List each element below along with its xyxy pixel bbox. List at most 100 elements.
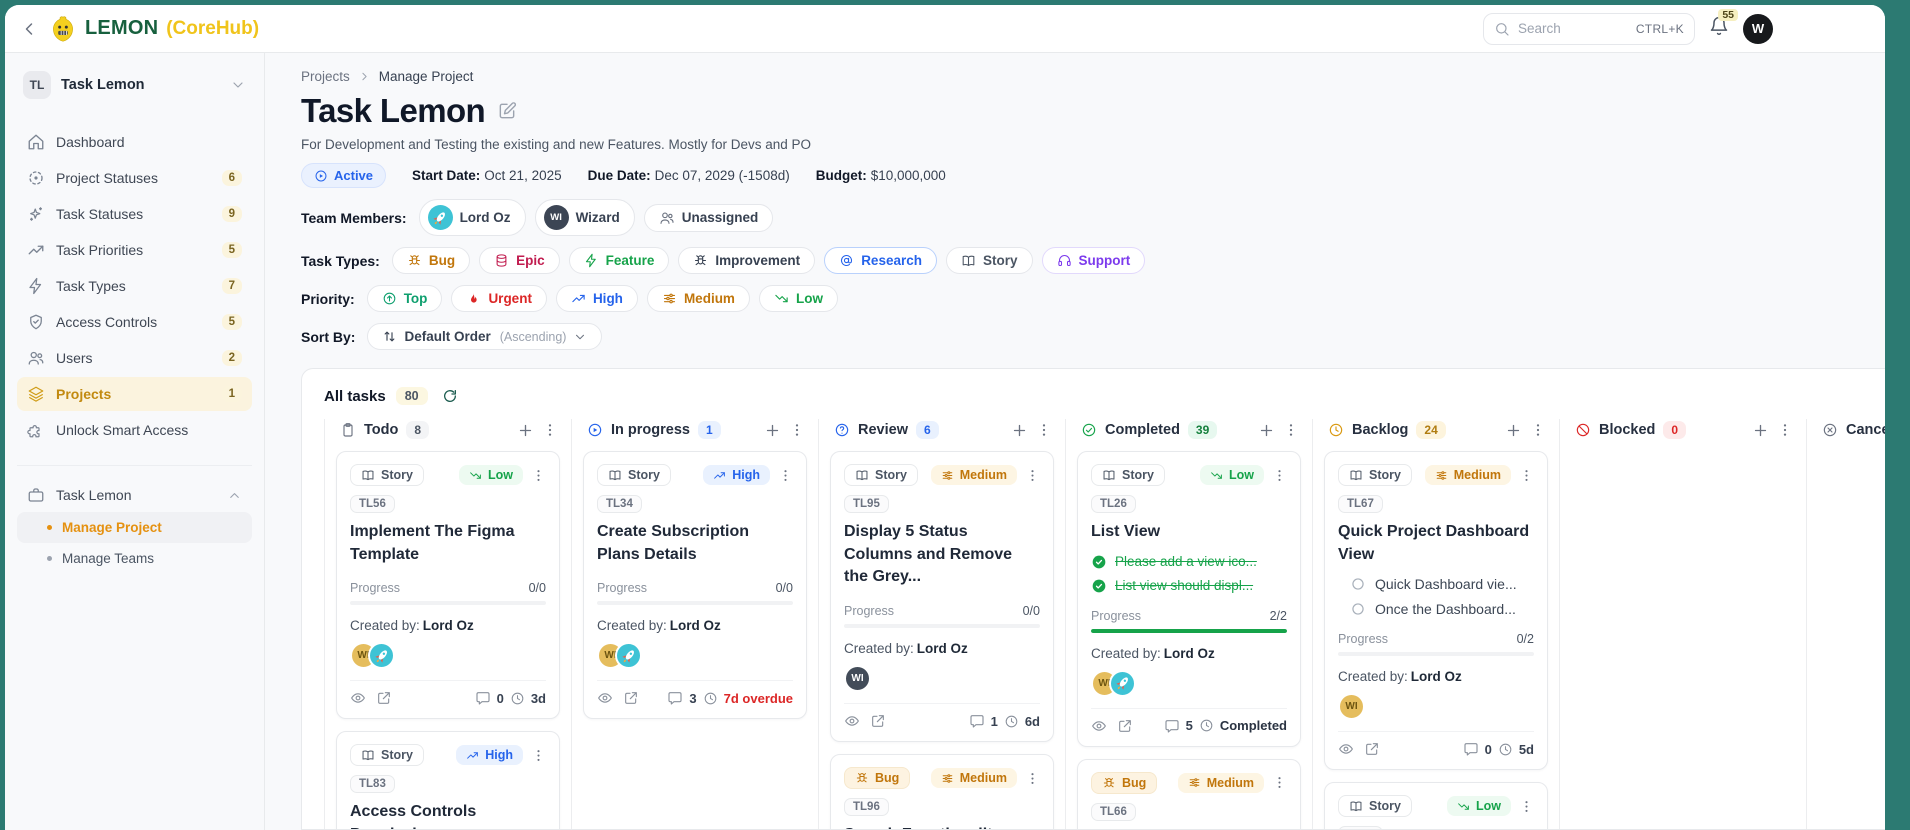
task-card[interactable]: Story Medium TL95 Display 5 Status Colum… [830,451,1054,743]
subtask-open[interactable]: Once the Dashboard... [1338,601,1534,617]
task-card[interactable]: Story Medium TL67 Quick Project Dashboar… [1324,451,1548,771]
search-input[interactable] [1518,21,1628,36]
card-menu-button[interactable] [1025,468,1040,483]
filter-research[interactable]: Research [824,247,937,274]
search-box[interactable]: CTRL+K [1483,12,1695,45]
team-member-wizard[interactable]: WI Wizard [534,199,635,236]
sidebar-item-users[interactable]: Users 2 [17,341,252,375]
task-code: TL67 [1338,495,1383,513]
task-title[interactable]: Create Subscription Plans Details [597,521,793,566]
sidebar-item-task-statuses[interactable]: Task Statuses 9 [17,197,252,231]
add-task-button[interactable] [1505,422,1522,439]
database-icon [494,253,509,268]
trend-up-icon [466,749,479,762]
filter-top[interactable]: Top [366,285,443,312]
edit-title-button[interactable] [497,101,517,121]
task-card[interactable]: Story Low TL87 [1324,782,1548,829]
open-task-icon[interactable] [1117,718,1133,734]
trend-down-icon [1457,800,1470,813]
eye-icon[interactable] [1091,718,1107,734]
column-menu-button[interactable] [1530,422,1546,438]
card-menu-button[interactable] [531,468,546,483]
sidebar-item-task-types[interactable]: Task Types 7 [17,269,252,303]
open-task-icon[interactable] [376,690,392,706]
refresh-icon[interactable] [442,388,458,404]
card-menu-button[interactable] [1025,771,1040,786]
column-menu-button[interactable] [1036,422,1052,438]
filter-improvement[interactable]: Improvement [678,247,816,274]
card-menu-button[interactable] [778,468,793,483]
team-member-unassigned[interactable]: Unassigned [643,203,774,232]
user-avatar[interactable]: W [1743,13,1773,44]
open-task-icon[interactable] [623,690,639,706]
filter-epic[interactable]: Epic [479,247,560,274]
eye-icon[interactable] [350,690,366,706]
eye-icon[interactable] [844,713,860,729]
filter-high[interactable]: High [555,285,638,312]
column-menu-button[interactable] [1777,422,1793,438]
breadcrumb-projects[interactable]: Projects [301,69,350,84]
filter-medium[interactable]: Medium [646,285,750,312]
task-card[interactable]: Bug Medium TL96 Search Functionality Err… [830,754,1054,829]
column-menu-button[interactable] [542,422,558,438]
open-task-icon[interactable] [1364,741,1380,757]
add-task-button[interactable] [1258,422,1275,439]
task-title[interactable]: Quick Project Dashboard View [1338,521,1534,566]
task-title[interactable]: Access Controls Permission [350,801,546,829]
subtask-done[interactable]: List view should displ... [1091,578,1287,594]
filter-bug[interactable]: Bug [391,247,471,274]
sidebar-item-manage-project[interactable]: Manage Project [17,512,252,543]
sidebar-item-access-controls[interactable]: Access Controls 5 [17,305,252,339]
add-task-button[interactable] [1011,422,1028,439]
filter-low[interactable]: Low [758,285,838,312]
board-panel: All tasks 80 Todo 8 Story Low TL56 Imple… [301,368,1885,830]
sidebar-item-project-statuses[interactable]: Project Statuses 6 [17,161,252,195]
sort-dropdown[interactable]: Default Order (Ascending) [367,323,603,350]
workspace-switcher[interactable]: TL Task Lemon [17,67,252,113]
card-menu-button[interactable] [531,748,546,763]
card-menu-button[interactable] [1272,468,1287,483]
avatar-lord-oz [368,642,395,670]
back-button[interactable] [19,19,39,39]
sidebar-item-unlock-smart-access[interactable]: Unlock Smart Access [17,413,252,447]
task-card[interactable]: Story High TL83 Access Controls Permissi… [336,731,560,829]
sidebar-section-task-lemon[interactable]: Task Lemon [17,478,252,512]
eye-icon[interactable] [1338,741,1354,757]
card-menu-button[interactable] [1272,775,1287,790]
add-task-button[interactable] [1752,422,1769,439]
card-menu-button[interactable] [1519,799,1534,814]
sidebar-item-manage-teams[interactable]: Manage Teams [17,543,252,574]
sidebar-item-projects[interactable]: Projects 1 [17,377,252,411]
task-card[interactable]: Bug Medium TL66 Organization name in the [1077,758,1301,829]
task-card[interactable]: Story High TL34 Create Subscription Plan… [583,451,807,720]
task-title[interactable]: Display 5 Status Columns and Remove the … [844,521,1040,589]
task-title[interactable]: Implement The Figma Template [350,521,546,566]
subtask-done[interactable]: Please add a view ico... [1091,554,1287,570]
filter-support[interactable]: Support [1041,247,1146,274]
task-card[interactable]: Story Low TL26 List View Please add a vi… [1077,451,1301,747]
sidebar-nav: Dashboard Project Statuses 6 Task Status… [17,125,252,447]
eye-icon[interactable] [597,690,613,706]
add-task-button[interactable] [517,422,534,439]
filter-feature[interactable]: Feature [568,247,670,274]
play-circle-icon [587,422,603,438]
filter-story[interactable]: Story [945,247,1033,274]
task-title[interactable]: Search Functionality Error [844,824,1040,829]
filter-urgent[interactable]: Urgent [451,285,547,312]
progress-bar [1338,652,1534,657]
column-menu-button[interactable] [789,422,805,438]
subtask-open[interactable]: Quick Dashboard vie... [1338,576,1534,592]
task-title[interactable]: List View [1091,521,1287,544]
notifications-button[interactable]: 55 [1709,9,1738,41]
comment-icon [475,690,491,706]
card-menu-button[interactable] [1519,468,1534,483]
sidebar-item-task-priorities[interactable]: Task Priorities 5 [17,233,252,267]
column-menu-button[interactable] [1283,422,1299,438]
open-task-icon[interactable] [870,713,886,729]
task-card[interactable]: Story Low TL56 Implement The Figma Templ… [336,451,560,720]
add-task-button[interactable] [764,422,781,439]
team-member-lord-oz[interactable]: Lord Oz [418,199,526,236]
sidebar-item-dashboard[interactable]: Dashboard [17,125,252,159]
priority-badge: High [703,465,770,485]
task-code: TL66 [1091,802,1136,821]
